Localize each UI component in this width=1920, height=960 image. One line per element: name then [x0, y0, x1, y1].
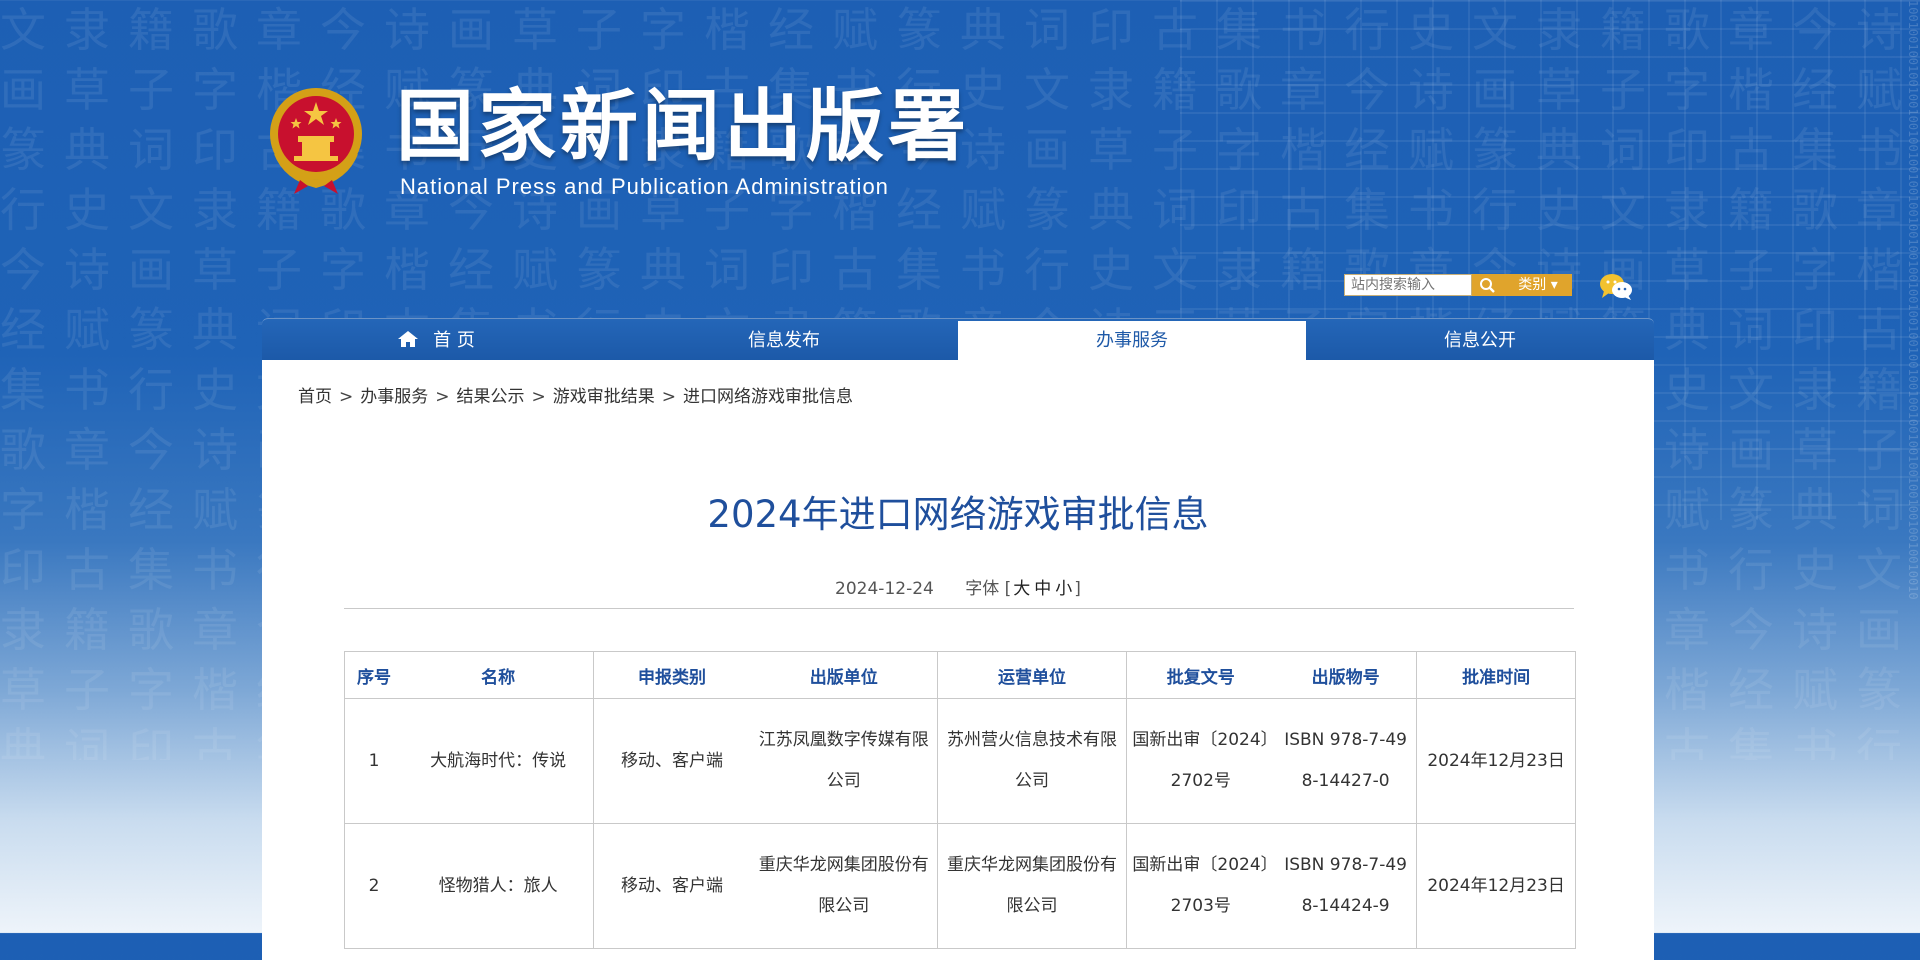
table-row: 2 怪物猎人：旅人 移动、客户端 重庆华龙网集团股份有限公司 重庆华龙网集团股份… — [344, 823, 1576, 949]
nav-item-label: 信息公开 — [1444, 330, 1516, 351]
category-dropdown[interactable]: 类别 ▾ — [1504, 274, 1572, 296]
breadcrumb-game-approval[interactable]: 游戏审批结果 — [553, 387, 655, 407]
table-cell-publisher: 重庆华龙网集团股份有限公司 — [749, 823, 939, 949]
breadcrumb: 首页 > 办事服务 > 结果公示 > 游戏审批结果 > 进口网络游戏审批信息 — [298, 382, 853, 407]
article-date: 2024-12-24 — [835, 579, 934, 599]
nav-item-services[interactable]: 办事服务 — [958, 321, 1306, 361]
site-title: 国家新闻出版署 — [396, 82, 971, 172]
table-cell-date: 2024年12月23日 — [1416, 823, 1576, 949]
table-header-cell: 申报类别 — [593, 651, 750, 699]
breadcrumb-separator: > — [531, 387, 546, 407]
search-icon — [1480, 278, 1495, 293]
font-bracket-open: [ — [1004, 579, 1012, 599]
font-size-label: 字体 — [965, 579, 1000, 599]
table-cell-approval-number: 国新出审〔2024〕2702号 — [1125, 698, 1276, 824]
nav-item-label: 办事服务 — [1096, 330, 1168, 351]
nav-item-info-release[interactable]: 信息发布 — [610, 321, 958, 361]
table-row: 1 大航海时代：传说 移动、客户端 江苏凤凰数字传媒有限公司 苏州营火信息技术有… — [344, 698, 1576, 824]
home-icon — [398, 331, 419, 347]
table-cell-approval-number: 国新出审〔2024〕2703号 — [1125, 823, 1276, 949]
table-cell-index: 2 — [344, 823, 404, 949]
table-cell-isbn: ISBN 978-7-498-14424-9 — [1275, 823, 1418, 949]
table-header-cell: 运营单位 — [937, 651, 1127, 699]
approval-table: 序号 名称 申报类别 出版单位 运营单位 批复文号 出版物号 批准时间 1 大航… — [344, 651, 1576, 949]
table-header-cell: 批准时间 — [1416, 651, 1576, 699]
nav-item-label: 信息发布 — [748, 330, 820, 351]
table-cell-operator: 苏州营火信息技术有限公司 — [937, 698, 1127, 824]
breadcrumb-services[interactable]: 办事服务 — [360, 387, 428, 407]
background-digits-pattern: 1001001001001001001001001001001001001001… — [1700, 0, 1920, 600]
title-divider — [344, 608, 1574, 609]
font-size-small-button[interactable]: 小 — [1055, 579, 1072, 599]
content-panel: 首页 > 办事服务 > 结果公示 > 游戏审批结果 > 进口网络游戏审批信息 2024年进口网络… — [262, 360, 1654, 960]
table-cell-index: 1 — [344, 698, 404, 824]
font-size-large-button[interactable]: 大 — [1013, 579, 1030, 599]
main-nav: 首 页 信息发布 办事服务 信息公开 — [262, 318, 1654, 361]
search-button[interactable] — [1472, 274, 1504, 296]
table-cell-publisher: 江苏凤凰数字传媒有限公司 — [749, 698, 939, 824]
table-header-cell: 序号 — [344, 651, 404, 699]
article-meta: 2024-12-24 字体 [大中小] — [262, 574, 1654, 599]
table-cell-name: 大航海时代：传说 — [403, 698, 595, 824]
national-emblem-icon — [270, 88, 362, 194]
search-input[interactable] — [1344, 274, 1472, 296]
table-cell-operator: 重庆华龙网集团股份有限公司 — [937, 823, 1127, 949]
nav-item-home[interactable]: 首 页 — [262, 321, 610, 361]
breadcrumb-separator: > — [661, 387, 676, 407]
font-size-medium-button[interactable]: 中 — [1034, 579, 1051, 599]
breadcrumb-separator: > — [339, 387, 354, 407]
table-header-cell: 名称 — [403, 651, 595, 699]
table-cell-name: 怪物猎人：旅人 — [403, 823, 595, 949]
table-header-cell: 出版物号 — [1275, 651, 1418, 699]
table-header-row: 序号 名称 申报类别 出版单位 运营单位 批复文号 出版物号 批准时间 — [344, 651, 1576, 699]
table-cell-category: 移动、客户端 — [593, 823, 750, 949]
table-cell-date: 2024年12月23日 — [1416, 698, 1576, 824]
breadcrumb-home[interactable]: 首页 — [298, 387, 332, 407]
wechat-icon[interactable] — [1598, 272, 1634, 302]
nav-item-label: 首 页 — [433, 330, 475, 351]
table-cell-category: 移动、客户端 — [593, 698, 750, 824]
article-title: 2024年进口网络游戏审批信息 — [707, 493, 1209, 536]
table-header-cell: 出版单位 — [749, 651, 939, 699]
table-header-cell: 批复文号 — [1125, 651, 1276, 699]
table-cell-isbn: ISBN 978-7-498-14427-0 — [1275, 698, 1418, 824]
site-subtitle: National Press and Publication Administr… — [400, 174, 889, 199]
breadcrumb-current[interactable]: 进口网络游戏审批信息 — [683, 387, 853, 407]
breadcrumb-results[interactable]: 结果公示 — [457, 387, 525, 407]
breadcrumb-separator: > — [435, 387, 450, 407]
nav-item-info-disclosure[interactable]: 信息公开 — [1306, 321, 1654, 361]
font-bracket-close: ] — [1074, 579, 1081, 599]
